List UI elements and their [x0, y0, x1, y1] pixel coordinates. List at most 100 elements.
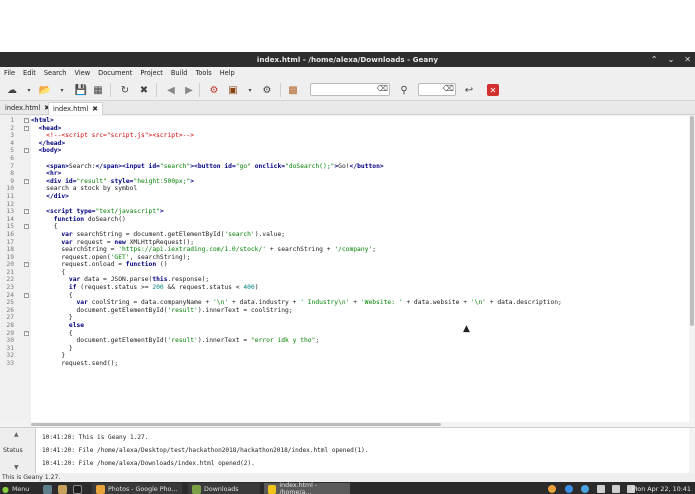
- save-all-icon[interactable]: ▦: [91, 83, 105, 97]
- line-number: 7: [10, 162, 14, 170]
- new-file-icon[interactable]: ☁: [5, 83, 19, 97]
- status-bar: This is Geany 1.27.: [0, 473, 695, 482]
- minimize-icon[interactable]: ⌃: [651, 52, 658, 67]
- status-message: 10:41:20: File /home/alexa/Downloads/ind…: [42, 460, 255, 467]
- save-file-icon[interactable]: 💾: [74, 83, 88, 97]
- tab-status[interactable]: Status: [3, 447, 23, 454]
- editor-vertical-scroll-thumb[interactable]: [690, 116, 694, 326]
- code-line: 11 </div>: [0, 193, 688, 201]
- color-chooser-icon[interactable]: ▩: [286, 83, 300, 97]
- line-number: 1: [10, 117, 14, 124]
- search-input[interactable]: ⌫: [310, 83, 390, 96]
- shield-icon[interactable]: [581, 485, 589, 493]
- back-icon[interactable]: ◀: [164, 83, 178, 97]
- fold-toggle-icon[interactable]: -: [24, 125, 29, 131]
- menu-edit[interactable]: Edit: [23, 69, 36, 77]
- fold-toggle-icon[interactable]: -: [24, 118, 29, 123]
- chevron-up-icon[interactable]: ▲: [14, 431, 19, 438]
- code-line: 17 var request = new XMLHttpRequest();: [0, 239, 688, 247]
- line-number: 28: [6, 322, 14, 330]
- close-tab-icon[interactable]: ✖: [92, 103, 98, 115]
- menu-build[interactable]: Build: [171, 69, 188, 77]
- fold-toggle-icon[interactable]: -: [24, 178, 29, 184]
- chevron-down-icon[interactable]: ▼: [14, 464, 19, 471]
- mint-logo-icon: ●: [2, 484, 9, 494]
- editor-horizontal-scroll-thumb[interactable]: [31, 423, 441, 426]
- show-desktop-icon[interactable]: [43, 483, 52, 494]
- code-token: 400: [243, 284, 255, 292]
- network-icon[interactable]: [597, 485, 605, 493]
- quit-icon[interactable]: ✕: [487, 84, 499, 96]
- taskbar-app-button[interactable]: Photos - Google Pho...: [92, 483, 182, 494]
- code-text: <div id="result" style="height:500px;">: [31, 178, 194, 186]
- chrome-tray-icon[interactable]: [548, 485, 556, 493]
- toolbar-separator: [156, 83, 157, 97]
- status-bar-text: This is Geany 1.27.: [2, 474, 61, 481]
- clock[interactable]: Mon Apr 22, 10:41: [632, 482, 691, 494]
- close-window-icon[interactable]: ✕: [684, 52, 691, 67]
- preferences-gear-icon[interactable]: ⚙: [260, 83, 274, 97]
- search-icon[interactable]: ⚲: [397, 83, 411, 97]
- menu-search[interactable]: Search: [44, 69, 67, 77]
- fold-toggle-icon[interactable]: -: [24, 330, 29, 336]
- menu-file[interactable]: File: [4, 69, 15, 77]
- fold-toggle-icon[interactable]: -: [24, 209, 29, 215]
- build-dropdown-chevron-icon[interactable]: ▾: [243, 83, 257, 97]
- code-token: <html>: [31, 117, 54, 124]
- code-token: "go": [235, 162, 251, 170]
- menu-tools[interactable]: Tools: [195, 69, 211, 77]
- code-token: this: [152, 276, 168, 284]
- tab-index-html-2[interactable]: index.html ✖: [48, 102, 104, 115]
- code-line: 12: [0, 201, 688, 209]
- start-menu-button[interactable]: ● Menu: [2, 483, 29, 494]
- tab-index-html-1[interactable]: index.html ✖: [1, 102, 54, 115]
- reload-icon[interactable]: ↻: [118, 83, 132, 97]
- code-line: 7 <span>Search:</span><input id="search"…: [0, 163, 688, 171]
- terminal-launcher-icon[interactable]: [73, 483, 82, 494]
- code-line: 33 request.send();: [0, 360, 688, 368]
- line-number: 27: [6, 314, 14, 322]
- forward-icon[interactable]: ▶: [182, 83, 196, 97]
- fold-toggle-icon[interactable]: -: [24, 224, 29, 230]
- taskbar-app-button[interactable]: index.html - /home/a...: [264, 482, 350, 494]
- line-number: 5: [10, 147, 14, 155]
- code-editor[interactable]: 1- <html> 2- <head> 3 <!--<script src="scri…: [0, 116, 695, 422]
- goto-line-icon[interactable]: ↩: [462, 83, 476, 97]
- compile-icon[interactable]: ⚙: [207, 83, 221, 97]
- taskbar-app-button[interactable]: Downloads: [188, 483, 260, 494]
- code-token: var: [61, 230, 73, 238]
- code-token: search a stock by symbol: [31, 185, 138, 193]
- goto-line-input[interactable]: ⌫: [418, 83, 456, 96]
- build-icon[interactable]: ▣: [226, 83, 240, 97]
- line-number: 15: [6, 223, 14, 231]
- fold-toggle-icon[interactable]: -: [24, 148, 29, 154]
- menu-help[interactable]: Help: [220, 69, 235, 77]
- line-number: 11: [6, 192, 14, 200]
- code-token: document.getElementById(: [31, 306, 168, 314]
- menu-project[interactable]: Project: [140, 69, 163, 77]
- app-icon: [192, 484, 201, 494]
- volume-icon[interactable]: [612, 485, 620, 493]
- new-dropdown-chevron-icon[interactable]: ▾: [22, 83, 36, 97]
- menu-document[interactable]: Document: [98, 69, 132, 77]
- maximize-icon[interactable]: ⌄: [668, 52, 675, 67]
- fold-toggle-icon[interactable]: -: [24, 292, 29, 298]
- code-line: 22 var data = JSON.parse(this.response);: [0, 276, 688, 284]
- bluetooth-icon[interactable]: [565, 485, 573, 493]
- clear-search-icon[interactable]: ⌫: [377, 84, 388, 93]
- code-text: <span>Search:</span><input id="search"><…: [31, 162, 383, 171]
- open-file-icon[interactable]: 📂: [38, 83, 52, 97]
- code-text: function doSearch(): [31, 216, 126, 224]
- files-launcher-icon[interactable]: [58, 483, 67, 494]
- clear-goto-icon[interactable]: ⌫: [443, 84, 454, 93]
- editor-vertical-scrollbar[interactable]: [689, 116, 695, 422]
- line-number: 2: [10, 124, 14, 132]
- code-text: var data = JSON.parse(this.response);: [31, 276, 209, 284]
- fold-toggle-icon[interactable]: -: [24, 262, 29, 268]
- message-panel-scrollbar[interactable]: [689, 428, 695, 474]
- menu-view[interactable]: View: [74, 69, 90, 77]
- window-titlebar[interactable]: index.html - /home/alexa/Downloads - Gea…: [0, 52, 695, 67]
- close-file-icon[interactable]: ✖: [137, 83, 151, 97]
- open-dropdown-chevron-icon[interactable]: ▾: [55, 83, 69, 97]
